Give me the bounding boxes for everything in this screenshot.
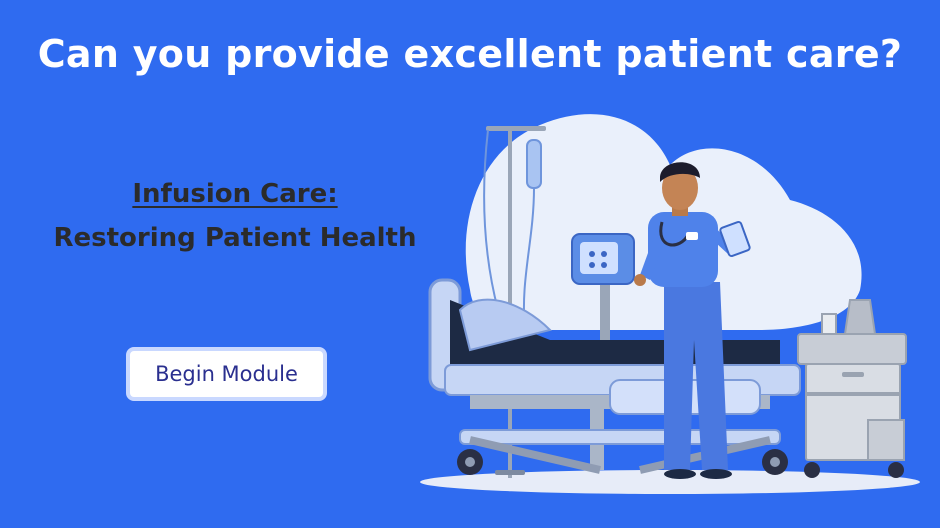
medical-cart xyxy=(797,299,907,478)
module-subtitle: Restoring Patient Health xyxy=(53,223,417,253)
page-headline: Can you provide excellent patient care? xyxy=(37,32,903,76)
module-title: Infusion Care: xyxy=(132,179,338,209)
module-title-block: Infusion Care: Restoring Patient Health xyxy=(20,172,450,260)
nurse-hospital-bed-illustration xyxy=(420,114,920,494)
begin-module-button[interactable]: Begin Module xyxy=(126,347,327,401)
